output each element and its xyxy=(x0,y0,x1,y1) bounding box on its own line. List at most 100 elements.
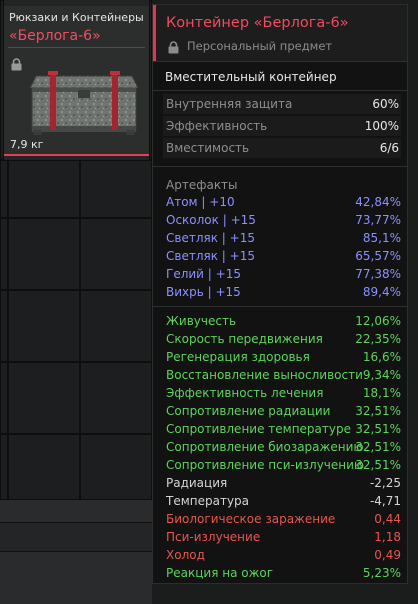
effect-row: Холод 0,49 xyxy=(166,548,401,565)
item-name: «Берлога-6» xyxy=(9,28,101,44)
effect-row: Пси-излучение 1,18 xyxy=(166,530,401,547)
inventory-slot[interactable] xyxy=(80,218,152,290)
effect-name: Холод xyxy=(166,548,205,562)
tooltip-description: Вместительный контейнер xyxy=(153,61,407,91)
effect-value: 32,51% xyxy=(355,422,401,436)
effect-name: Эффективность лечения xyxy=(166,386,324,400)
artifact-name: Вихрь | +15 xyxy=(166,285,241,299)
artifact-value: 42,84% xyxy=(355,195,401,209)
card-divider xyxy=(8,47,145,48)
artifact-name: Гелий | +15 xyxy=(166,267,241,281)
effect-row: Сопротивление температуре 32,51% xyxy=(166,422,401,439)
effect-name: Радиация xyxy=(166,476,228,490)
effect-name: Пси-излучение xyxy=(166,530,261,544)
inventory-slot[interactable] xyxy=(80,362,152,434)
item-weight: 7,9 кг xyxy=(10,138,44,151)
stat-row-efficiency: Эффективность 100% xyxy=(163,116,401,136)
effect-value: 5,23% xyxy=(362,566,401,580)
lock-icon xyxy=(168,39,179,58)
item-category: Рюкзаки и Контейнеры xyxy=(9,11,144,24)
effect-name: Сопротивление биозаражению xyxy=(166,440,364,454)
artifact-row: Светляк | +15 85,1% xyxy=(166,231,401,248)
effect-row: Сопротивление пси-излучению 32,51% xyxy=(166,458,401,475)
stat-label: Эффективность xyxy=(166,119,268,133)
artifact-value: 77,38% xyxy=(355,267,401,281)
effect-value: -2,25 xyxy=(369,476,401,490)
effect-value: 32,51% xyxy=(355,440,401,454)
inventory-slot[interactable] xyxy=(0,362,8,434)
effect-value: 9,34% xyxy=(362,368,401,382)
effect-row: Сопротивление радиации 32,51% xyxy=(166,404,401,421)
stat-label: Внутренняя защита xyxy=(166,97,293,111)
effect-name: Сопротивление пси-излучению xyxy=(166,458,365,472)
effect-row: Биологическое заражение 0,44 xyxy=(166,512,401,529)
inventory-slot[interactable] xyxy=(80,160,152,218)
effect-row: Реакция на ожог 5,23% xyxy=(166,566,401,583)
effect-value: 22,35% xyxy=(355,332,401,346)
inventory-slot[interactable] xyxy=(8,160,80,218)
effect-row: Температура -4,71 xyxy=(166,494,401,511)
effect-row: Скорость передвижения 22,35% xyxy=(166,332,401,349)
artifact-row: Вихрь | +15 89,4% xyxy=(166,285,401,302)
effect-name: Сопротивление температуре xyxy=(166,422,351,436)
stat-value: 6/6 xyxy=(379,141,399,155)
inventory-footer-strip xyxy=(0,522,152,552)
effect-row: Радиация -2,25 xyxy=(166,476,401,493)
effect-name: Биологическое заражение xyxy=(166,512,336,526)
inventory-slot[interactable] xyxy=(0,434,8,500)
effect-name: Восстановление выносливости xyxy=(166,368,363,382)
tooltip-header: Контейнер «Берлога-6» Персональный предм… xyxy=(153,5,407,61)
effect-value: 32,51% xyxy=(355,458,401,472)
effect-value: 0,49 xyxy=(374,548,401,562)
effect-name: Реакция на ожог xyxy=(166,566,274,580)
effect-row: Живучесть 12,06% xyxy=(166,314,401,331)
artifact-row: Светляк | +15 65,57% xyxy=(166,249,401,266)
inventory-slot[interactable] xyxy=(0,218,8,290)
stat-value: 100% xyxy=(364,119,399,133)
effect-name: Регенерация здоровья xyxy=(166,350,310,364)
inventory-slot[interactable] xyxy=(0,290,8,362)
inventory-slot[interactable] xyxy=(80,290,152,362)
effect-value: 16,6% xyxy=(362,350,401,364)
inventory-slot[interactable] xyxy=(80,434,152,500)
inventory-footer xyxy=(0,500,152,604)
effect-value: 1,18 xyxy=(374,530,401,544)
inventory-slot[interactable] xyxy=(8,362,80,434)
effect-value: 18,1% xyxy=(362,386,401,400)
item-card-berloga-6[interactable]: Рюкзаки и Контейнеры «Берлога-6» 7,9 кг xyxy=(4,6,149,156)
tooltip-subtitle: Персональный предмет xyxy=(187,39,333,53)
artifact-value: 65,57% xyxy=(355,249,401,263)
artifact-name: Светляк | +15 xyxy=(166,231,255,245)
artifact-row: Атом | +10 42,84% xyxy=(166,195,401,212)
stat-label: Вместимость xyxy=(166,141,250,155)
effect-name: Сопротивление радиации xyxy=(166,404,331,418)
effect-row: Сопротивление биозаражению 32,51% xyxy=(166,440,401,457)
stat-row-internal-protection: Внутренняя защита 60% xyxy=(163,94,401,114)
inventory-slot[interactable] xyxy=(0,160,8,218)
container-box-icon xyxy=(28,62,140,142)
description-text: Вместительный контейнер xyxy=(165,70,337,84)
effect-value: 12,06% xyxy=(355,314,401,328)
effect-name: Живучесть xyxy=(166,314,237,328)
stat-row-capacity: Вместимость 6/6 xyxy=(163,138,401,158)
tooltip-divider xyxy=(153,306,407,307)
inventory-slot[interactable] xyxy=(8,218,80,290)
lock-icon xyxy=(11,56,22,75)
artifact-row: Осколок | +15 73,77% xyxy=(166,213,401,230)
inventory-slot[interactable] xyxy=(8,434,80,500)
effect-name: Температура xyxy=(166,494,250,508)
effect-row: Восстановление выносливости 9,34% xyxy=(166,368,401,385)
artifact-name: Осколок | +15 xyxy=(166,213,256,227)
effect-row: Эффективность лечения 18,1% xyxy=(166,386,401,403)
artifacts-label: Артефакты xyxy=(166,178,238,192)
artifact-value: 85,1% xyxy=(362,231,401,245)
effect-row: Регенерация здоровья 16,6% xyxy=(166,350,401,367)
artifact-row: Гелий | +15 77,38% xyxy=(166,267,401,284)
artifact-value: 73,77% xyxy=(355,213,401,227)
effect-value: 0,44 xyxy=(374,512,401,526)
inventory-panel: Рюкзаки и Контейнеры «Берлога-6» 7,9 кг xyxy=(0,0,152,604)
artifact-name: Светляк | +15 xyxy=(166,249,255,263)
effect-value: 32,51% xyxy=(355,404,401,418)
artifact-name: Атом | +10 xyxy=(166,195,235,209)
inventory-slot[interactable] xyxy=(8,290,80,362)
